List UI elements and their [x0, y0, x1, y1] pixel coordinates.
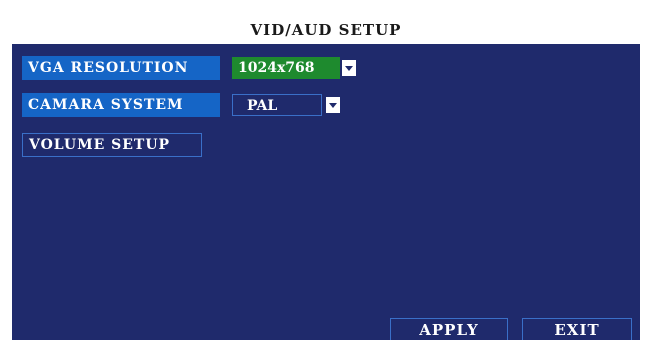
- vga-resolution-label: VGA RESOLUTION: [22, 56, 220, 80]
- apply-button[interactable]: APPLY: [390, 318, 508, 340]
- window-title: VID/AUD SETUP: [12, 16, 640, 44]
- camera-system-value: PAL: [247, 98, 278, 114]
- exit-button[interactable]: EXIT: [522, 318, 632, 340]
- vga-resolution-select[interactable]: 1024x768: [232, 57, 340, 79]
- camera-system-select[interactable]: PAL: [232, 94, 322, 116]
- vid-aud-setup-screen: VID/AUD SETUP VGA RESOLUTION 1024x768 CA…: [0, 0, 648, 340]
- camera-system-label: CAMARA SYSTEM: [22, 93, 220, 117]
- chevron-down-icon[interactable]: [342, 60, 356, 76]
- vga-resolution-value: 1024x768: [238, 60, 315, 76]
- chevron-down-icon[interactable]: [326, 97, 340, 113]
- volume-setup-button[interactable]: VOLUME SETUP: [22, 133, 202, 157]
- settings-panel: VGA RESOLUTION 1024x768 CAMARA SYSTEM PA…: [12, 44, 640, 340]
